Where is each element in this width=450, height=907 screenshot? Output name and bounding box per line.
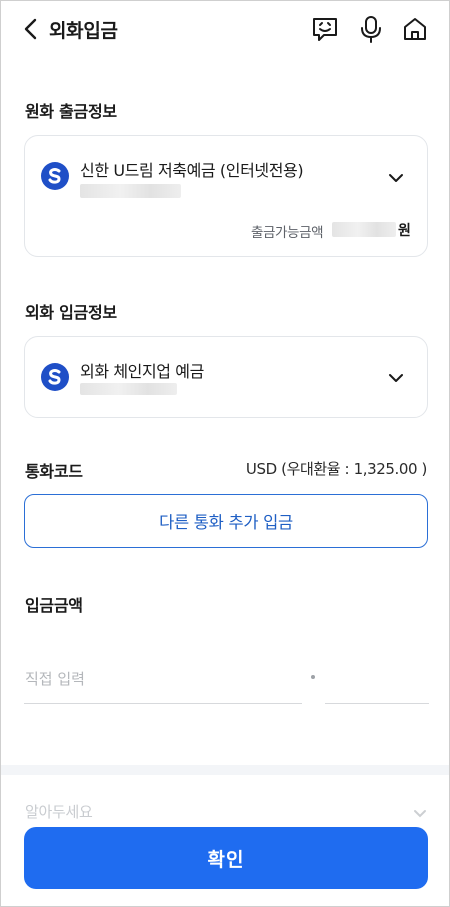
chatbot-button[interactable] <box>310 14 340 44</box>
screen: 외화입금 원화 출금정보 신한 U드림 저축예금 (인터넷전용) 출금가능금액 … <box>0 0 450 907</box>
chatbot-icon <box>313 18 337 41</box>
krw-account-name: 신한 U드림 저축예금 (인터넷전용) <box>80 161 304 180</box>
chevron-down-icon <box>414 810 426 818</box>
currency-code-label: 통화코드 <box>25 462 83 481</box>
decimal-point <box>311 675 315 679</box>
masked-account-number <box>80 383 177 395</box>
page-title: 외화입금 <box>49 20 118 42</box>
home-icon <box>404 18 426 40</box>
confirm-button[interactable]: 확인 <box>24 827 428 889</box>
amount-section-title: 입금금액 <box>25 596 83 615</box>
krw-section-title: 원화 출금정보 <box>25 102 117 121</box>
masked-account-number <box>80 184 181 198</box>
section-divider <box>1 765 449 775</box>
krw-account-selector[interactable]: 신한 U드림 저축예금 (인터넷전용) 출금가능금액 원 <box>24 135 428 257</box>
fx-account-selector[interactable]: 외화 체인지업 예금 <box>24 336 428 418</box>
masked-available-amount <box>332 222 396 237</box>
chevron-down-icon <box>389 174 403 182</box>
top-bar: 외화입금 <box>1 1 449 57</box>
currency-value: USD (우대환율 : 1,325.00 ) <box>245 460 427 478</box>
mic-icon <box>361 16 381 43</box>
voice-button[interactable] <box>356 14 386 44</box>
decimal-amount-input[interactable] <box>325 654 429 704</box>
shinhan-logo-icon <box>41 162 69 190</box>
back-button[interactable] <box>17 15 43 43</box>
fx-section-title: 외화 입금정보 <box>25 303 117 322</box>
available-amount-unit: 원 <box>398 223 411 239</box>
fx-account-name: 외화 체인지업 예금 <box>80 362 204 381</box>
add-other-currency-button[interactable]: 다른 통화 추가 입금 <box>24 494 428 548</box>
notice-row-label: 알아두세요 <box>25 803 93 821</box>
amount-input[interactable] <box>24 654 302 704</box>
home-button[interactable] <box>400 14 430 44</box>
chevron-down-icon <box>389 374 403 382</box>
shinhan-logo-icon <box>41 363 69 391</box>
back-icon <box>24 18 37 40</box>
available-amount-label: 출금가능금액 <box>251 225 324 241</box>
